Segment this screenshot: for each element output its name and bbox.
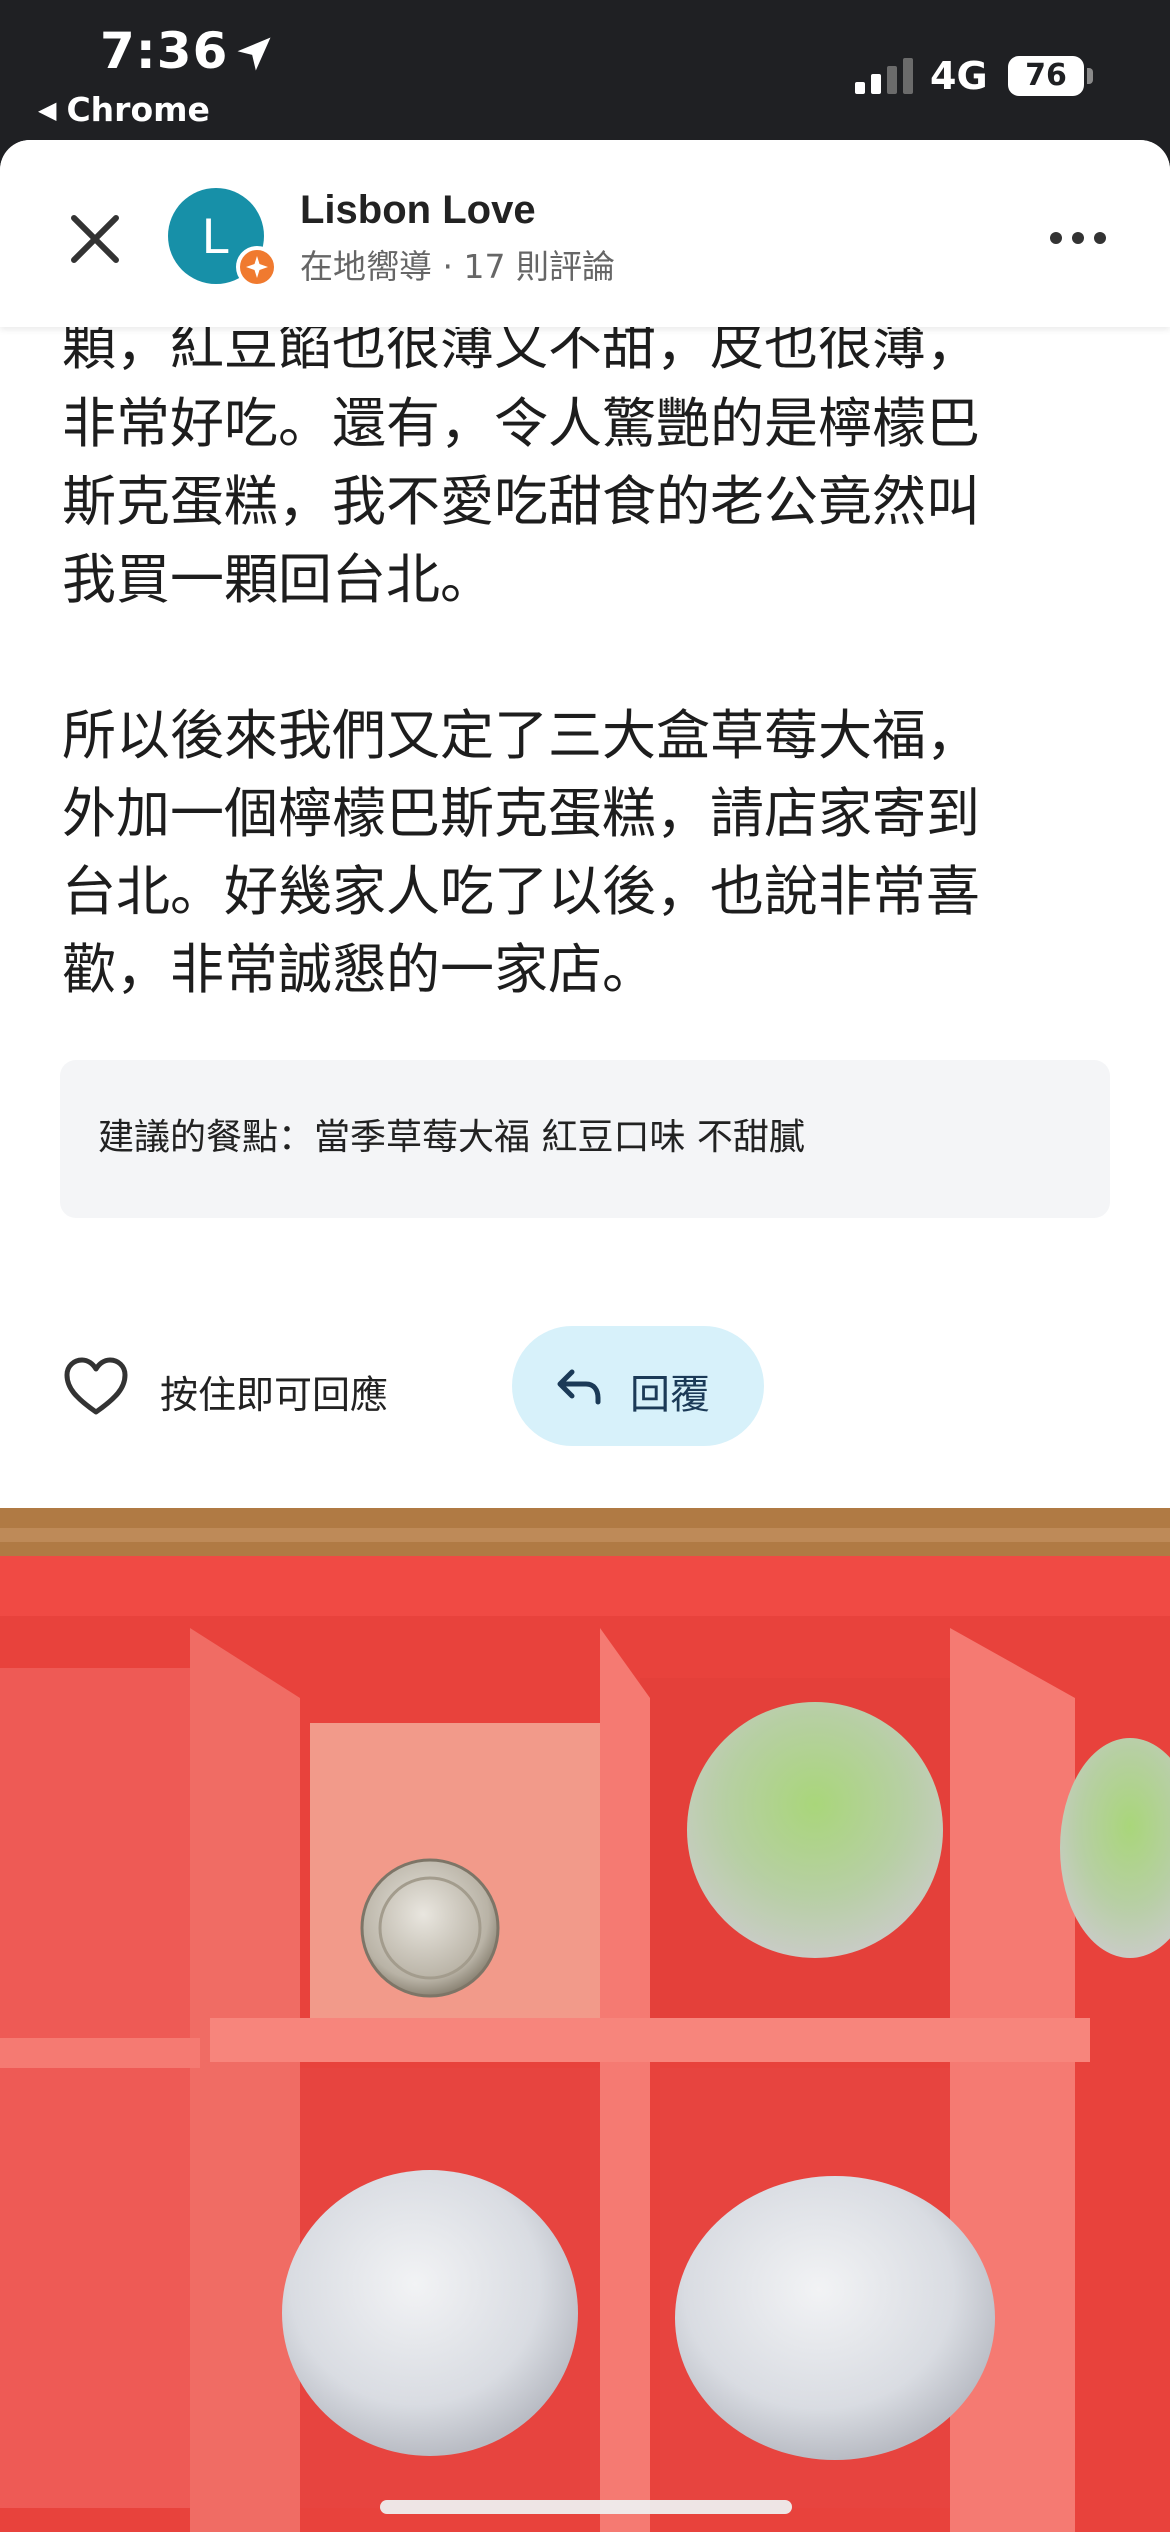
status-time: 7:36: [100, 22, 229, 80]
author-meta: 在地嚮導 · 17 則評論: [300, 247, 615, 286]
suggested-dishes-text: 建議的餐點：當季草莓大福 紅豆口味 不甜膩: [98, 1117, 805, 1158]
reply-button[interactable]: 回覆: [512, 1326, 764, 1446]
status-bar: 7:36 ◀ Chrome 4G 76: [0, 0, 1170, 150]
like-label: 按住即可回應: [160, 1373, 389, 1417]
review-photo[interactable]: [0, 1508, 1170, 2532]
suggested-dishes-box: 建議的餐點：當季草莓大福 紅豆口味 不甜膩: [60, 1060, 1110, 1218]
back-to-app-link[interactable]: ◀ Chrome: [38, 90, 210, 129]
home-indicator: [380, 2500, 792, 2514]
local-guide-badge-icon: [236, 246, 278, 288]
back-app-label: Chrome: [66, 90, 210, 129]
battery-level: 76: [1025, 58, 1067, 93]
close-icon[interactable]: [60, 204, 130, 274]
author-name[interactable]: Lisbon Love: [300, 188, 536, 233]
more-icon[interactable]: [1050, 232, 1106, 248]
reply-arrow-icon: [557, 1369, 601, 1405]
location-arrow-icon: [237, 37, 271, 71]
reply-label: 回覆: [630, 1372, 710, 1418]
review-paragraph: 所以後來我們又定了三大盒草莓大福， 外加一個檸檬巴斯克蛋糕，請店家寄到 台北。好…: [62, 704, 980, 1001]
review-text: 顆，紅豆餡也很薄又不甜，皮也很薄， 非常好吃。還有，令人驚艷的是檸檬巴 斯克蛋糕…: [62, 307, 1122, 1009]
heart-icon: [64, 1357, 128, 1415]
review-sheet: L Lisbon Love 在地嚮導 · 17 則評論 顆，紅豆餡也很薄又不甜，…: [0, 140, 1170, 2532]
review-header: L Lisbon Love 在地嚮導 · 17 則評論: [0, 140, 1170, 327]
avatar-letter: L: [202, 208, 230, 264]
battery-icon: 76: [1008, 56, 1084, 96]
battery-tip: [1087, 68, 1093, 84]
signal-icon: [855, 58, 913, 94]
review-paragraph: 顆，紅豆餡也很薄又不甜，皮也很薄， 非常好吃。還有，令人驚艷的是檸檬巴 斯克蛋糕…: [62, 314, 980, 611]
network-type: 4G: [930, 54, 988, 98]
back-triangle-icon: ◀: [38, 96, 57, 124]
